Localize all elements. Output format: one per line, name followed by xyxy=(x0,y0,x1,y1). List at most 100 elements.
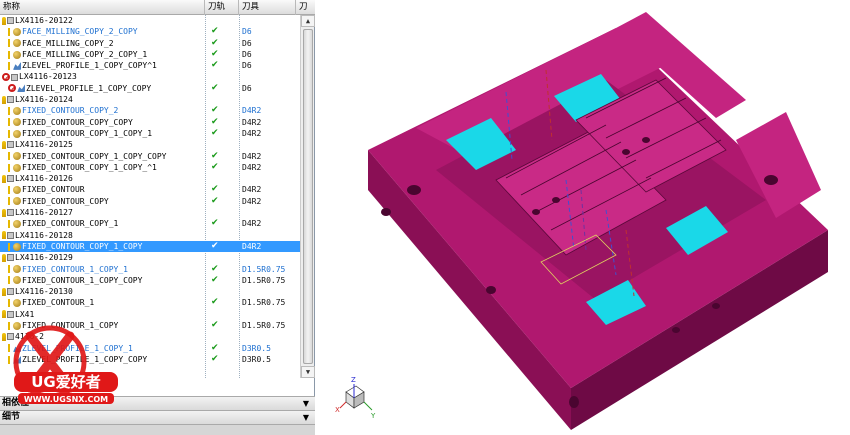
scroll-thumb[interactable] xyxy=(303,29,313,364)
program-group-row[interactable]: 4116-2 xyxy=(0,331,300,342)
row-name-text: LX4116-20127 xyxy=(15,208,73,218)
program-group-row[interactable]: LX4116-20128 xyxy=(0,230,300,241)
key-icon xyxy=(2,174,6,183)
status-icon xyxy=(8,107,12,116)
panel-footer xyxy=(0,424,315,435)
row-name-text: ZLEVEL_PROFILE_1_COPY_COPY xyxy=(26,83,152,93)
operation-icon xyxy=(13,50,21,59)
program-group-icon xyxy=(7,310,14,318)
row-name-text: LX4116-20128 xyxy=(15,230,73,240)
program-group-row[interactable]: LX4116-20123 xyxy=(0,71,300,82)
status-icon xyxy=(8,321,12,330)
operation-row[interactable]: FIXED_CONTOUR_COPY_2 ✔ D4R2 xyxy=(0,105,300,116)
program-group-row[interactable]: LX4116-20124 xyxy=(0,94,300,105)
operation-row[interactable]: ZLEVEL_PROFILE_1_COPY_COPY ✔ D3R0.5 xyxy=(0,354,300,365)
operation-row[interactable]: FIXED_CONTOUR_COPY_1_COPY_^1 ✔ D4R2 xyxy=(0,162,300,173)
row-tool-cell: D4R2 xyxy=(242,151,262,161)
operation-icon xyxy=(13,107,21,116)
row-name-text: LX4116-20125 xyxy=(15,140,73,150)
vertical-scrollbar[interactable]: ▲ ▼ xyxy=(300,15,315,378)
row-name-cell: LX4116-20123 xyxy=(0,71,205,82)
program-group-row[interactable]: LX4116-20125 xyxy=(0,139,300,150)
operation-row[interactable]: FACE_MILLING_COPY_2_COPY ✔ D6 xyxy=(0,26,300,37)
operation-row[interactable]: FIXED_CONTOUR_COPY_1_COPY_COPY ✔ D4R2 xyxy=(0,151,300,162)
toolpath-status-icon: ✔ xyxy=(211,353,219,364)
program-group-row[interactable]: LX4116-20127 xyxy=(0,207,300,218)
program-group-row[interactable]: LX4116-20126 xyxy=(0,173,300,184)
no-toolpath-icon xyxy=(8,84,16,93)
row-name-cell: FIXED_CONTOUR_1_COPY xyxy=(0,320,205,331)
program-group-row[interactable]: LX4116-20130 xyxy=(0,286,300,297)
operation-icon xyxy=(13,27,21,36)
status-icon xyxy=(8,61,12,70)
row-name-text: FIXED_CONTOUR_COPY_1_COPY_^1 xyxy=(22,162,157,172)
chevron-down-icon[interactable]: ▼ xyxy=(303,411,309,424)
operation-row[interactable]: ZLEVEL_PROFILE_1_COPY_1 ✔ D3R0.5 xyxy=(0,343,300,354)
operation-row[interactable]: FIXED_CONTOUR ✔ D4R2 xyxy=(0,184,300,195)
operation-row[interactable]: ZLEVEL_PROFILE_1_COPY_COPY^1 ✔ D6 xyxy=(0,60,300,71)
zlevel-path-icon xyxy=(13,61,21,70)
toolpath-status-icon: ✔ xyxy=(211,297,219,308)
row-name-cell: FACE_MILLING_COPY_2 xyxy=(0,38,205,49)
operation-row[interactable]: FACE_MILLING_COPY_2 ✔ D6 xyxy=(0,38,300,49)
scroll-up-icon[interactable]: ▲ xyxy=(301,15,315,27)
row-name-text: LX4116-20123 xyxy=(19,72,77,82)
row-tool-cell: D4R2 xyxy=(242,162,262,172)
program-group-row[interactable]: LX41 xyxy=(0,309,300,320)
status-icon xyxy=(8,219,12,228)
toolpath-status-icon: ✔ xyxy=(211,116,219,127)
details-panel[interactable]: 细节 ▼ xyxy=(0,410,315,424)
operation-row[interactable]: FIXED_CONTOUR_COPY_1_COPY_1 ✔ D4R2 xyxy=(0,128,300,139)
status-icon xyxy=(8,276,12,285)
program-group-row[interactable]: LX4116-20129 xyxy=(0,252,300,263)
graphics-viewport[interactable]: X Y Z xyxy=(316,0,850,435)
row-name-cell: LX4116-20122 xyxy=(0,15,205,26)
status-icon xyxy=(8,118,12,127)
operation-row[interactable]: ZLEVEL_PROFILE_1_COPY_COPY ✔ D6 xyxy=(0,83,300,94)
operation-row[interactable]: FIXED_CONTOUR_1_COPY ✔ D1.5R0.75 xyxy=(0,320,300,331)
scroll-down-icon[interactable]: ▼ xyxy=(301,366,315,378)
operation-row[interactable]: FIXED_CONTOUR_1_COPY_COPY ✔ D1.5R0.75 xyxy=(0,275,300,286)
row-name-cell: LX4116-20128 xyxy=(0,230,205,241)
row-tool-cell: D4R2 xyxy=(242,219,262,229)
operation-row[interactable]: FIXED_CONTOUR_1_COPY_1 ✔ D1.5R0.75 xyxy=(0,264,300,275)
program-group-icon xyxy=(7,141,14,149)
row-name-cell: FIXED_CONTOUR_COPY_1_COPY_1 xyxy=(0,128,205,139)
program-group-row[interactable]: LX4116-20122 xyxy=(0,15,300,26)
column-name-header[interactable]: 称称 xyxy=(0,0,205,15)
row-name-cell: FIXED_CONTOUR_COPY_1_COPY xyxy=(0,241,205,252)
row-name-cell: LX4116-20124 xyxy=(0,94,205,105)
row-tool-cell: D1.5R0.75 xyxy=(242,264,286,274)
status-icon xyxy=(8,197,12,206)
row-name-cell: ZLEVEL_PROFILE_1_COPY_1 xyxy=(0,343,205,354)
chevron-down-icon[interactable]: ▼ xyxy=(303,397,309,410)
status-icon xyxy=(8,242,12,251)
operation-row[interactable]: FIXED_CONTOUR_COPY ✔ D4R2 xyxy=(0,196,300,207)
column-toolpath-header[interactable]: 刀轨 xyxy=(205,0,239,15)
row-tool-cell: D3R0.5 xyxy=(242,354,271,364)
row-name-cell: FIXED_CONTOUR_COPY_1_COPY_COPY xyxy=(0,151,205,162)
row-name-text: FIXED_CONTOUR_1 xyxy=(22,298,95,308)
row-name-cell: ZLEVEL_PROFILE_1_COPY_COPY xyxy=(0,354,205,365)
mold-model-3d[interactable]: X Y Z xyxy=(316,0,850,435)
column-more-header[interactable]: 刀 xyxy=(296,0,315,15)
row-name-text: FIXED_CONTOUR_COPY_1_COPY_COPY xyxy=(22,151,167,161)
program-group-icon xyxy=(7,288,14,296)
toolpath-status-icon: ✔ xyxy=(211,48,219,59)
row-name-cell: FIXED_CONTOUR_COPY_1_COPY_^1 xyxy=(0,162,205,173)
key-icon xyxy=(2,287,6,296)
zlevel-path-icon xyxy=(13,355,21,364)
column-tool-header[interactable]: 刀具 xyxy=(239,0,296,15)
toolpath-status-icon: ✔ xyxy=(211,274,219,285)
row-name-cell: LX4116-20126 xyxy=(0,173,205,184)
operation-icon xyxy=(13,163,21,172)
dependencies-panel[interactable]: 相依性 ▼ xyxy=(0,396,315,410)
toolpath-status-icon: ✔ xyxy=(211,150,219,161)
operation-row[interactable]: FIXED_CONTOUR_COPY_COPY ✔ D4R2 xyxy=(0,117,300,128)
row-tool-cell: D6 xyxy=(242,27,252,37)
operation-row[interactable]: FIXED_CONTOUR_COPY_1_COPY ✔ D4R2 xyxy=(0,240,300,253)
row-name-text: LX4116-20130 xyxy=(15,287,73,297)
operation-row[interactable]: FACE_MILLING_COPY_2_COPY_1 ✔ D6 xyxy=(0,49,300,60)
operation-row[interactable]: FIXED_CONTOUR_1 ✔ D1.5R0.75 xyxy=(0,297,300,308)
operation-row[interactable]: FIXED_CONTOUR_COPY_1 ✔ D4R2 xyxy=(0,218,300,229)
